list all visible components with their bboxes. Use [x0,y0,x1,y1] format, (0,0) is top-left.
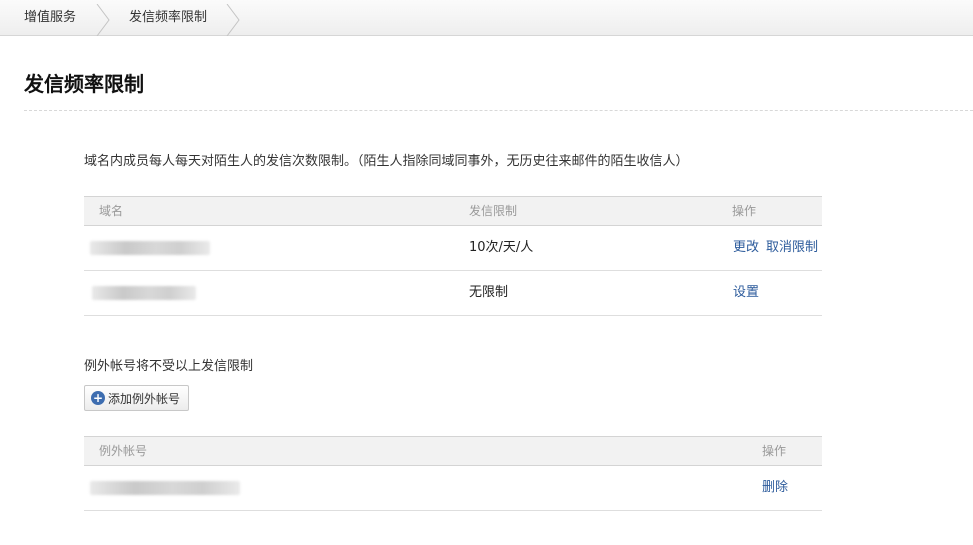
domain-limit-table: 域名 发信限制 操作 10次/天/人 更改 取消限制 无限制 设置 [84,196,822,316]
add-exempt-account-label: 添加例外帐号 [108,391,181,406]
delete-exempt-link[interactable]: 删除 [762,466,788,510]
send-limit-value: 10次/天/人 [469,240,534,255]
column-header-actions: 操作 [762,444,787,458]
column-header-exempt-account: 例外帐号 [99,444,148,458]
page-title: 发信频率限制 [24,72,144,96]
chevron-right-icon [226,4,240,36]
plus-circle-icon: + [91,391,105,405]
chevron-right-icon [96,4,110,36]
add-exempt-account-button[interactable]: + 添加例外帐号 [84,385,190,411]
send-limit-value: 无限制 [469,285,509,300]
table-row: 删除 [84,466,822,511]
table-header: 例外帐号 操作 [84,436,822,466]
breadcrumb: 增值服务 发信频率限制 [0,0,973,36]
cancel-limit-link[interactable]: 取消限制 [766,226,818,270]
column-header-actions: 操作 [732,204,757,218]
redacted-domain [92,286,196,300]
exempt-accounts-table: 例外帐号 操作 删除 [84,436,822,511]
set-limit-link[interactable]: 设置 [733,271,759,315]
title-divider [24,110,973,111]
table-row: 10次/天/人 更改 取消限制 [84,226,822,271]
redacted-account [90,481,240,495]
column-header-domain: 域名 [99,204,124,218]
breadcrumb-item-send-rate-limit[interactable]: 发信频率限制 [129,0,207,36]
change-limit-link[interactable]: 更改 [733,226,759,270]
table-header: 域名 发信限制 操作 [84,196,822,226]
page-description: 域名内成员每人每天对陌生人的发信次数限制。（陌生人指除同域同事外，无历史往来邮件… [84,154,689,169]
breadcrumb-item-value-added-services[interactable]: 增值服务 [24,0,76,36]
redacted-domain [90,241,210,255]
column-header-send-limit: 发信限制 [469,204,518,218]
exempt-accounts-label: 例外帐号将不受以上发信限制 [84,359,254,374]
table-row: 无限制 设置 [84,271,822,316]
